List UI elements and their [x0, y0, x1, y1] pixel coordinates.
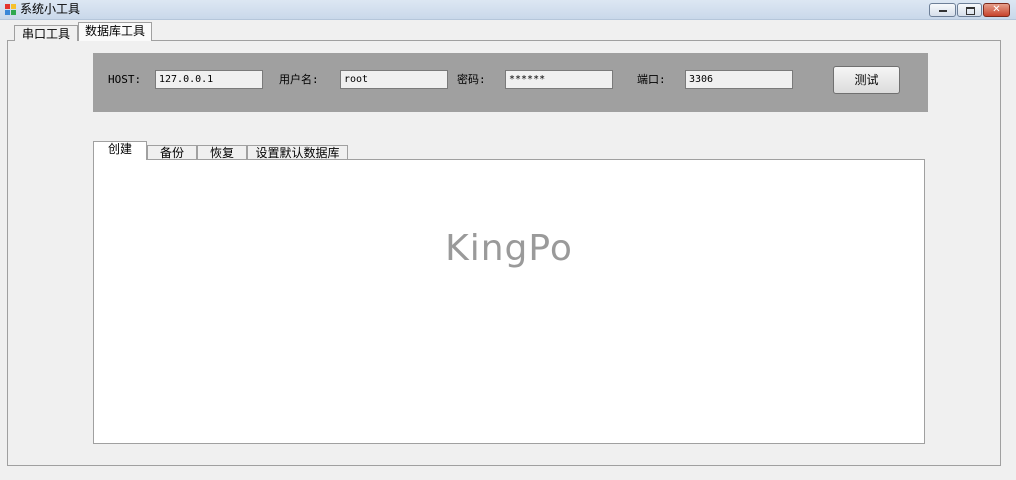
- tab-serial-tool[interactable]: 串口工具: [14, 25, 78, 41]
- tab-restore[interactable]: 恢复: [197, 145, 247, 160]
- tab-set-default-database[interactable]: 设置默认数据库: [247, 145, 348, 160]
- close-button[interactable]: ✕: [983, 3, 1010, 17]
- minimize-button[interactable]: [929, 3, 956, 17]
- tab-database-tool[interactable]: 数据库工具: [78, 22, 152, 41]
- tab-create[interactable]: 创建: [93, 141, 147, 160]
- password-label: 密码:: [457, 73, 486, 86]
- app-icon: [5, 4, 16, 15]
- test-button[interactable]: 测试: [833, 66, 900, 94]
- connection-panel: HOST: 127.0.0.1 用户名: root 密码: ****** 端口:…: [93, 53, 928, 112]
- title-bar[interactable]: 系统小工具 ✕: [0, 0, 1016, 20]
- host-input[interactable]: 127.0.0.1: [155, 70, 263, 89]
- username-label: 用户名:: [279, 73, 319, 86]
- maximize-icon: [966, 7, 975, 15]
- create-tab-content: KingPo: [93, 159, 925, 444]
- minimize-icon: [939, 10, 947, 12]
- port-label: 端口:: [637, 73, 666, 86]
- tab-backup[interactable]: 备份: [147, 145, 197, 160]
- host-label: HOST:: [108, 73, 142, 86]
- window-title: 系统小工具: [20, 2, 81, 16]
- watermark-text: KingPo: [445, 228, 573, 269]
- username-input[interactable]: root: [340, 70, 448, 89]
- password-input[interactable]: ******: [505, 70, 613, 89]
- close-icon: ✕: [992, 4, 1001, 15]
- port-input[interactable]: 3306: [685, 70, 793, 89]
- maximize-button[interactable]: [957, 3, 982, 17]
